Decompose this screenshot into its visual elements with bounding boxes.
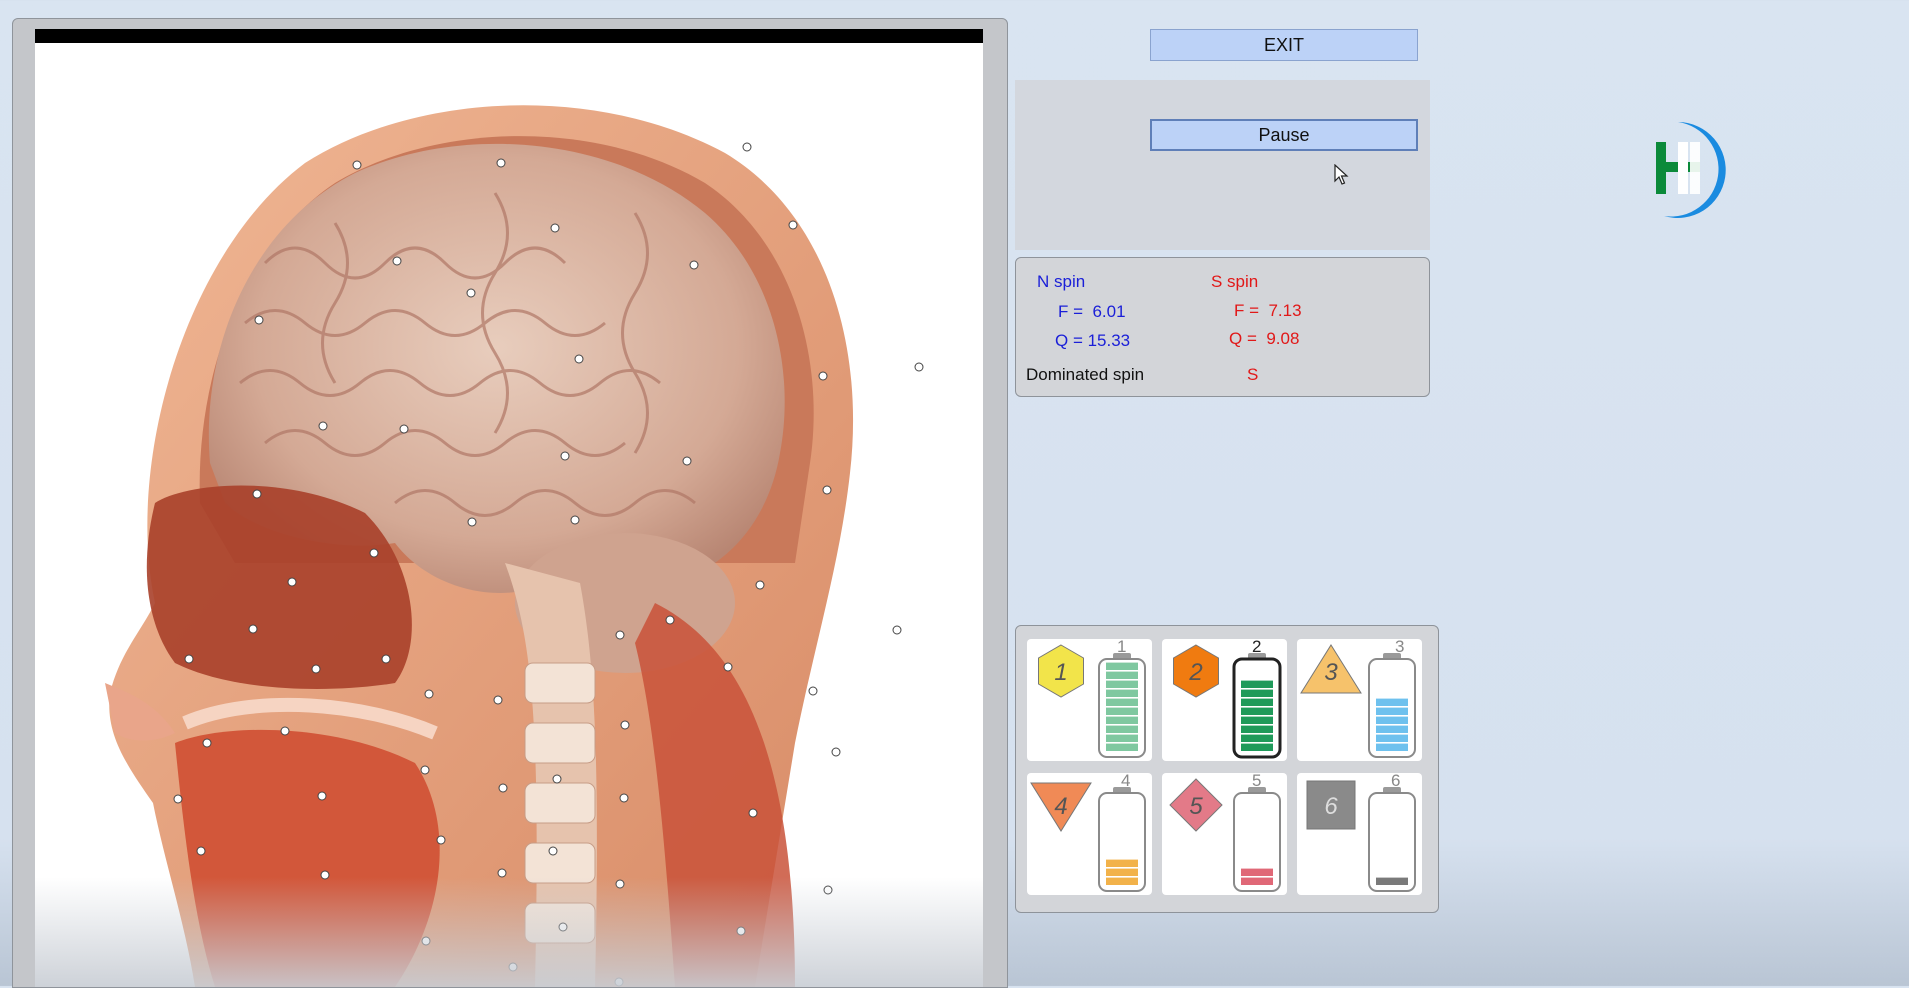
battery-level-segment [1376, 743, 1408, 751]
dominated-spin-value: S [1247, 365, 1259, 384]
battery-level-segment [1106, 734, 1138, 742]
level-2-graphic: 2 [1173, 644, 1282, 759]
battery-level-segment [1241, 689, 1273, 697]
s-spin-title: S spin [1211, 272, 1259, 291]
level-cell-3: 3 3 [1297, 637, 1422, 761]
battery-level-segment [1106, 698, 1138, 706]
battery-icon [1233, 792, 1281, 892]
level-4-graphic: 4 [1030, 782, 1146, 892]
energy-levels-panel: 1 1 2 2 3 3 4 4 5 5 6 6 [1015, 625, 1439, 913]
battery-level-segment [1376, 707, 1408, 715]
level-number: 5 [1252, 771, 1262, 790]
ht-logo-icon [1656, 122, 1726, 218]
level-cell-4: 4 4 [1027, 771, 1152, 895]
battery-level-segment [1241, 868, 1273, 876]
level-badge-label: 5 [1189, 793, 1203, 820]
level-number: 4 [1121, 771, 1131, 790]
battery-level-segment [1106, 671, 1138, 679]
level-1-graphic: 1 [1038, 644, 1146, 758]
battery-level-segment [1376, 725, 1408, 733]
battery-level-segment [1241, 734, 1273, 742]
level-badge-label: 3 [1324, 659, 1338, 686]
spin-readout-panel: N spin F = 6.01 Q = 15.33 S spin F = 7.1… [1015, 257, 1430, 397]
battery-level-segment [1106, 716, 1138, 724]
battery-level-segment [1106, 859, 1138, 867]
level-badge-label: 2 [1188, 659, 1202, 686]
viewer-top-bar [35, 29, 983, 43]
battery-level-segment [1106, 707, 1138, 715]
battery-level-segment [1241, 725, 1273, 733]
head-sagittal-section-image [105, 105, 924, 987]
level-5-graphic: 5 [1169, 778, 1281, 892]
battery-level-segment [1241, 877, 1273, 885]
battery-level-segment [1106, 689, 1138, 697]
battery-level-segment [1376, 734, 1408, 742]
battery-level-segment [1106, 868, 1138, 876]
battery-level-segment [1376, 716, 1408, 724]
n-spin-f-value: F = 6.01 [1058, 302, 1126, 321]
level-badge-label: 4 [1054, 793, 1067, 820]
control-panel [1015, 80, 1430, 250]
dominated-spin-label: Dominated spin [1026, 365, 1145, 384]
level-number: 1 [1117, 637, 1127, 656]
battery-level-segment [1376, 698, 1408, 706]
battery-level-segment [1376, 877, 1408, 885]
battery-level-segment [1241, 680, 1273, 688]
battery-level-segment [1106, 662, 1138, 670]
battery-level-segment [1241, 698, 1273, 706]
s-spin-q-value: Q = 9.08 [1229, 329, 1300, 348]
battery-level-segment [1106, 725, 1138, 733]
battery-icon [1368, 792, 1416, 892]
battery-level-segment [1241, 707, 1273, 715]
battery-level-segment [1106, 877, 1138, 885]
level-number: 3 [1395, 637, 1405, 656]
scan-viewer [12, 18, 1008, 988]
battery-level-segment [1106, 743, 1138, 751]
viewer-bottom-fade [35, 877, 983, 987]
battery-level-segment [1241, 716, 1273, 724]
battery-level-segment [1241, 743, 1273, 751]
level-cell-5: 5 5 [1162, 771, 1287, 895]
level-number: 6 [1391, 771, 1401, 790]
level-badge-label: 1 [1054, 659, 1067, 686]
n-spin-title: N spin [1037, 272, 1086, 291]
level-cell-6: 6 6 [1297, 771, 1422, 895]
battery-level-segment [1106, 680, 1138, 688]
level-3-graphic: 3 [1300, 644, 1416, 758]
level-cell-2: 2 2 [1162, 637, 1287, 761]
mouse-pointer-icon [1334, 164, 1349, 185]
battery-icon [1098, 792, 1146, 892]
s-spin-f-value: F = 7.13 [1234, 301, 1302, 320]
level-badge-label: 6 [1324, 793, 1338, 820]
level-cell-1: 1 1 [1027, 637, 1152, 761]
level-6-graphic: 6 [1306, 780, 1416, 892]
exit-button[interactable]: EXIT [1150, 29, 1418, 61]
scan-image-area[interactable] [35, 29, 983, 987]
pause-button[interactable]: Pause [1150, 119, 1418, 151]
n-spin-q-value: Q = 15.33 [1055, 331, 1131, 350]
level-number: 2 [1252, 637, 1262, 656]
